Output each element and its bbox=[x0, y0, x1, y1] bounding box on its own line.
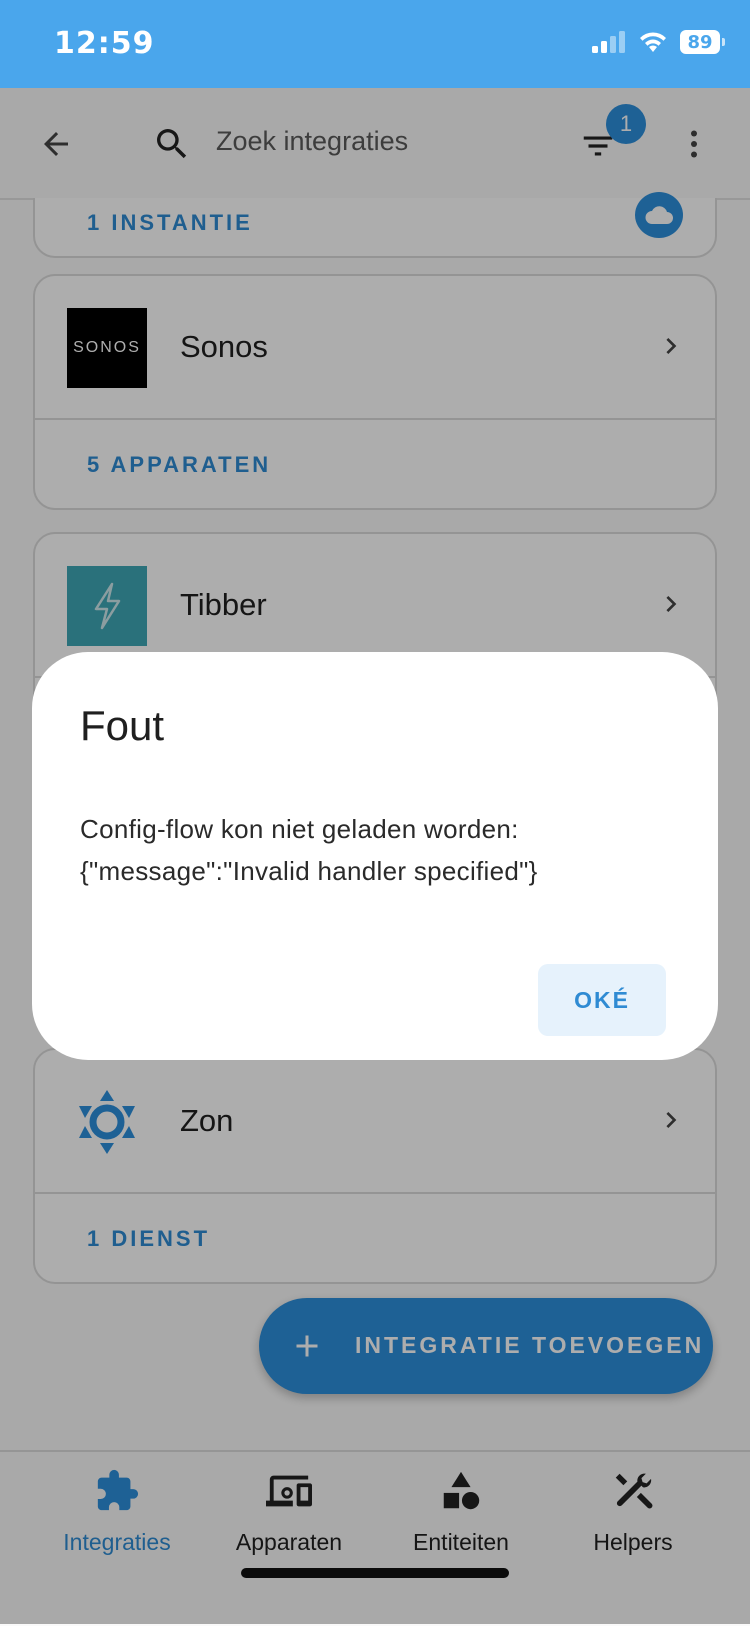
cellular-signal-icon bbox=[592, 31, 625, 53]
dialog-message-line: Config-flow kon niet geladen worden: bbox=[80, 814, 519, 844]
dialog-message-line: {"message":"Invalid handler specified"} bbox=[80, 856, 538, 886]
error-dialog: Fout Config-flow kon niet geladen worden… bbox=[32, 652, 718, 1060]
dialog-message: Config-flow kon niet geladen worden: {"m… bbox=[80, 808, 680, 892]
wifi-icon bbox=[640, 32, 666, 52]
battery-indicator: 89 bbox=[680, 30, 725, 54]
status-indicators: 89 bbox=[592, 30, 725, 54]
ok-button[interactable]: OKÉ bbox=[538, 964, 666, 1036]
dialog-title: Fout bbox=[80, 702, 165, 749]
status-bar: 12:59 89 bbox=[0, 0, 750, 88]
status-time: 12:59 bbox=[54, 26, 155, 61]
